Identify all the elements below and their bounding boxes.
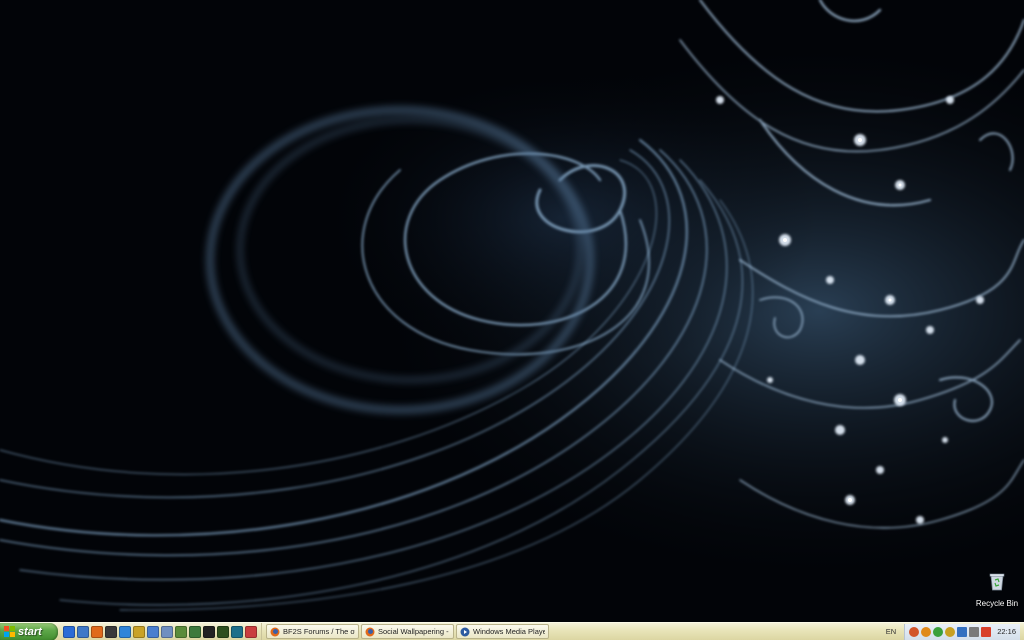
clock[interactable]: 22:16 (997, 627, 1016, 636)
firefox-icon[interactable] (91, 625, 103, 638)
task-button-windows-media-player[interactable]: Windows Media Player (456, 624, 549, 639)
task-button-bf2s-forums[interactable]: BF2S Forums / The of... (266, 624, 359, 639)
system-tray: EN 22:16 (882, 623, 1024, 640)
desktop-icon-label: Recycle Bin (975, 599, 1019, 608)
notification-area: 22:16 (904, 623, 1020, 640)
media-player-icon (460, 627, 470, 636)
windows-update-icon[interactable] (981, 626, 992, 637)
terminal-icon[interactable] (217, 625, 229, 638)
start-button[interactable]: start (0, 622, 58, 640)
task-button-label: BF2S Forums / The of... (283, 627, 355, 636)
task-button-label: Windows Media Player (473, 627, 545, 636)
volume-icon[interactable] (969, 626, 980, 637)
winamp-icon[interactable] (133, 625, 145, 638)
network-icon[interactable] (957, 626, 968, 637)
tray-icons (909, 626, 992, 637)
media-player-icon[interactable] (105, 625, 117, 638)
photo-icon[interactable] (231, 625, 243, 638)
mail-icon[interactable] (203, 625, 215, 638)
calculator-icon[interactable] (189, 625, 201, 638)
folder-icon[interactable] (175, 625, 187, 638)
language-indicator[interactable]: EN (886, 627, 896, 636)
ie-alt-icon[interactable] (119, 625, 131, 638)
paint-icon[interactable] (245, 625, 257, 638)
desktop-icon-recycle-bin[interactable]: Recycle Bin (972, 570, 1022, 611)
internet-explorer-icon[interactable] (63, 625, 75, 638)
task-button-social-wallpapering[interactable]: Social Wallpapering - ... (361, 624, 454, 639)
firefox-icon (365, 627, 375, 636)
recycle-bin-icon (989, 573, 1005, 591)
wallpaper (0, 0, 1024, 622)
shield-icon[interactable] (945, 626, 956, 637)
task-button-label: Social Wallpapering - ... (378, 627, 450, 636)
notepad-icon[interactable] (147, 625, 159, 638)
desktop[interactable]: Recycle Bin start BF2S Forums / The of..… (0, 0, 1024, 640)
task-buttons: BF2S Forums / The of... Social Wallpaper… (262, 623, 549, 640)
antivirus-icon[interactable] (921, 626, 932, 637)
windows-logo-icon (4, 626, 15, 637)
chevron-left-icon[interactable] (909, 626, 920, 637)
taskbar: start BF2S Forums / The of... Social Wal… (0, 622, 1024, 640)
firefox-icon (270, 627, 280, 636)
quick-launch-bar (58, 622, 262, 640)
show-desktop-icon[interactable] (77, 625, 89, 638)
messenger-icon[interactable] (933, 626, 944, 637)
document-icon[interactable] (161, 625, 173, 638)
start-label: start (18, 625, 42, 638)
